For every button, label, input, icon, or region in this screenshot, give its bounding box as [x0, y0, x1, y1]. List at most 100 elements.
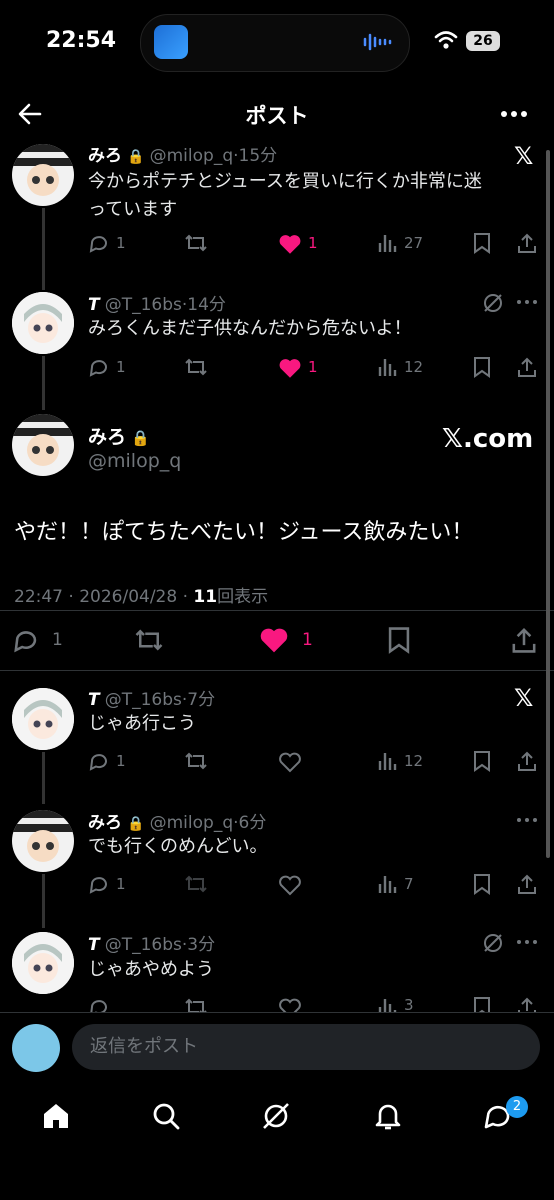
handle[interactable]: @T_16bs: [105, 935, 182, 955]
avatar[interactable]: [12, 144, 74, 206]
more-options-icon[interactable]: [516, 298, 538, 306]
grok-icon[interactable]: [260, 1100, 292, 1132]
my-avatar[interactable]: [12, 1024, 60, 1072]
display-name[interactable]: みろ: [88, 146, 122, 166]
handle[interactable]: @milop_q: [88, 450, 181, 472]
tweet-text: でも行くのめんどい。: [88, 836, 268, 857]
liked-heart-icon[interactable]: [278, 357, 302, 379]
views-icon[interactable]: [376, 356, 398, 378]
tweet-actions: 3: [88, 996, 540, 1012]
avatar[interactable]: [12, 810, 74, 872]
tweet-text: 今からポテチとジュースを買いに行くか非常に迷 っています: [88, 171, 482, 220]
reply-count: 1: [52, 630, 63, 650]
share-icon[interactable]: [516, 996, 538, 1012]
thread-line: [42, 752, 45, 804]
bookmark-icon[interactable]: [472, 996, 492, 1012]
reply-icon[interactable]: [88, 750, 110, 772]
tweet-text: じゃあやめよう: [88, 959, 214, 980]
repost-icon[interactable]: [184, 750, 208, 772]
reply-icon[interactable]: [88, 873, 110, 895]
handle[interactable]: @milop_q: [150, 813, 234, 833]
grok-icon[interactable]: [482, 932, 504, 954]
status-time: 22:54: [46, 28, 117, 53]
reply-input[interactable]: 返信をポスト: [72, 1024, 540, 1070]
tweet-text: みろくんまだ子供なんだから危ないよ！: [88, 318, 412, 339]
handle[interactable]: @T_16bs: [105, 690, 182, 710]
avatar[interactable]: [12, 932, 74, 994]
lock-icon: 🔒: [127, 816, 145, 832]
tweet-header: T @T_16bs·3分: [88, 935, 216, 955]
grok-icon[interactable]: [482, 292, 504, 314]
home-icon[interactable]: [40, 1100, 72, 1132]
share-icon[interactable]: [510, 626, 538, 654]
notifications-bell-icon[interactable]: [372, 1100, 404, 1132]
timestamp: 6分: [238, 813, 267, 833]
bookmark-icon[interactable]: [472, 873, 492, 895]
more-options-icon[interactable]: [500, 104, 528, 124]
views-icon[interactable]: [376, 996, 398, 1012]
liked-heart-icon[interactable]: [258, 626, 290, 654]
views-icon[interactable]: [376, 232, 398, 254]
tweet-header: みろ 🔒 @milop_q·15分: [88, 146, 278, 166]
bookmark-icon[interactable]: [386, 626, 412, 654]
like-icon[interactable]: [278, 997, 302, 1012]
tweet-header: みろ 🔒 @milop_q·6分: [88, 813, 267, 833]
repost-icon[interactable]: [184, 232, 208, 254]
reply-icon[interactable]: [88, 356, 110, 378]
avatar[interactable]: [12, 414, 74, 476]
like-count: 1: [308, 358, 318, 376]
display-name[interactable]: T: [88, 690, 100, 710]
share-icon[interactable]: [516, 356, 538, 378]
display-name[interactable]: T: [88, 295, 100, 315]
main-post-author: みろ 🔒: [88, 422, 150, 449]
bookmark-icon[interactable]: [472, 232, 492, 254]
display-name[interactable]: みろ: [88, 813, 122, 833]
handle[interactable]: @T_16bs: [105, 295, 182, 315]
repost-icon[interactable]: [184, 873, 208, 895]
thread-line: [42, 874, 45, 928]
share-icon[interactable]: [516, 232, 538, 254]
bookmark-icon[interactable]: [472, 750, 492, 772]
x-logo-icon: 𝕏: [514, 684, 534, 712]
x-logo-icon: 𝕏: [514, 142, 534, 170]
tweet-actions: 1 7: [88, 873, 540, 897]
reply-icon[interactable]: [88, 996, 110, 1012]
handle[interactable]: @milop_q: [150, 146, 234, 166]
view-count: 27: [404, 234, 424, 252]
wifi-icon: [434, 31, 458, 49]
timestamp: 15分: [238, 146, 278, 166]
display-name[interactable]: T: [88, 935, 100, 955]
bookmark-icon[interactable]: [472, 356, 492, 378]
reply-count: 1: [116, 875, 126, 893]
view-count: 12: [404, 358, 424, 376]
avatar[interactable]: [12, 292, 74, 354]
liked-heart-icon[interactable]: [278, 233, 302, 255]
main-post-actions: 1 1: [12, 624, 540, 656]
scrollbar[interactable]: [546, 150, 550, 858]
more-options-icon[interactable]: [516, 938, 538, 946]
views-icon[interactable]: [376, 873, 398, 895]
share-icon[interactable]: [516, 873, 538, 895]
repost-icon[interactable]: [134, 626, 164, 654]
divider: [0, 670, 554, 671]
avatar[interactable]: [12, 688, 74, 750]
repost-icon[interactable]: [184, 996, 208, 1012]
reply-count: 1: [116, 234, 126, 252]
reply-icon[interactable]: [88, 232, 110, 254]
view-count: 3: [404, 996, 414, 1012]
display-name[interactable]: みろ: [88, 426, 126, 448]
search-icon[interactable]: [150, 1100, 182, 1132]
app-icon: [154, 25, 188, 59]
main-post-text: やだ！！ぽてちたべたい！ジュース飲みたい！: [14, 520, 474, 545]
like-icon[interactable]: [278, 874, 302, 896]
repost-icon[interactable]: [184, 356, 208, 378]
more-options-icon[interactable]: [516, 816, 538, 824]
views-icon[interactable]: [376, 750, 398, 772]
tweet-header: T @T_16bs·14分: [88, 295, 226, 315]
like-count: 1: [308, 234, 318, 252]
x-com-logo: 𝕏.com: [442, 424, 534, 454]
reply-count: 1: [116, 752, 126, 770]
share-icon[interactable]: [516, 750, 538, 772]
reply-icon[interactable]: [12, 626, 40, 654]
like-icon[interactable]: [278, 751, 302, 773]
